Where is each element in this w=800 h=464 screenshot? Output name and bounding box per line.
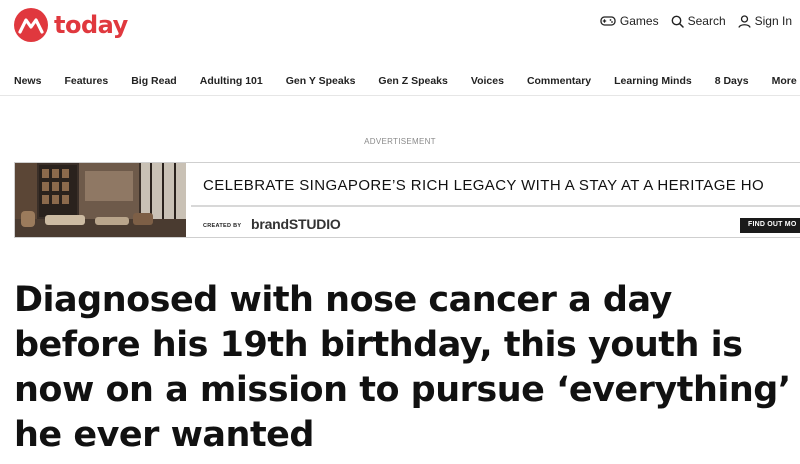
search-icon [671,15,684,28]
nav-more-label: More [771,75,797,87]
advertisement-label: ADVERTISEMENT [364,137,436,146]
nav-item-learning-minds[interactable]: Learning Minds [614,75,692,87]
ad-find-out-more-button[interactable]: FIND OUT MO [740,218,800,233]
sign-in-label: Sign In [754,14,792,28]
sign-in-link[interactable]: Sign In [737,14,792,28]
games-label: Games [619,14,659,28]
utility-links: Games Search Sign In [588,14,792,28]
article-title: Diagnosed with nose cancer a day before … [14,280,791,455]
nav-item-commentary[interactable]: Commentary [527,75,591,87]
user-icon [737,14,751,28]
gamepad-icon [600,16,616,26]
main-nav: News Features Big Read Adulting 101 Gen … [0,66,800,96]
logo-wordmark: today [54,11,128,39]
ad-brand-logo: brandSTUDIO [251,216,341,232]
nav-item-gen-z-speaks[interactable]: Gen Z Speaks [378,75,447,87]
site-header: today Games Search Sign In [0,0,800,52]
nav-item-big-read[interactable]: Big Read [131,75,177,87]
nav-item-adulting-101[interactable]: Adulting 101 [200,75,263,87]
ad-created-by: CREATED BY [203,223,242,229]
search-link[interactable]: Search [671,14,726,28]
games-link[interactable]: Games [600,14,659,28]
ad-hotel-lobby-image [15,163,186,237]
nav-item-news[interactable]: News [14,75,41,87]
nav-item-features[interactable]: Features [64,75,108,87]
advertisement-banner[interactable]: CELEBRATE SINGAPORE’S RICH LEGACY WITH A… [14,162,800,238]
nav-item-8-days[interactable]: 8 Days [715,75,749,87]
nav-item-gen-y-speaks[interactable]: Gen Y Speaks [286,75,356,87]
ad-headline: CELEBRATE SINGAPORE’S RICH LEGACY WITH A… [203,177,765,194]
nav-item-voices[interactable]: Voices [471,75,504,87]
search-label: Search [687,14,726,28]
site-logo[interactable]: today [14,8,128,42]
mediacorp-m-icon [14,8,48,42]
ad-divider [191,205,800,207]
nav-more-menu[interactable]: More [772,75,800,87]
